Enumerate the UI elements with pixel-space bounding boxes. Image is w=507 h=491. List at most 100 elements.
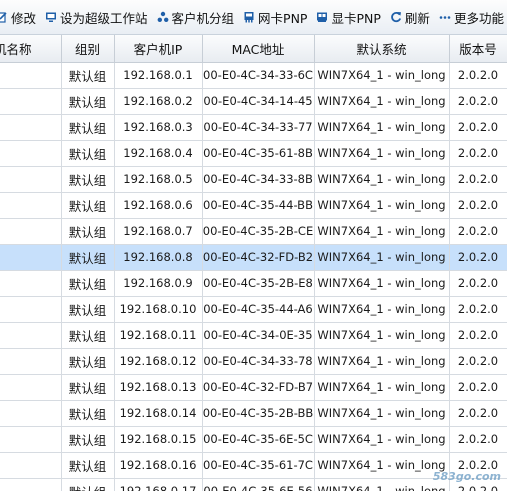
group-cell: 默认组: [61, 140, 115, 167]
system-cell: WIN7X64_1 - win_long: [314, 62, 450, 89]
system-cell: WIN7X64_1 - win_long: [314, 88, 450, 115]
table-row[interactable]: 默认组 192.168.0.7 00-E0-4C-35-2B-CE WIN7X64_1…: [0, 218, 507, 245]
ip-cell: 192.168.0.1: [114, 62, 203, 89]
toolbar: 修改 设为超级工作站 客户机分组 网卡PNP 显卡PNP 刷新 更多功能: [0, 0, 507, 35]
set-super-workstation-label: 设为超级工作站: [60, 10, 148, 26]
mac-cell: 00-E0-4C-34-14-45: [202, 88, 315, 115]
table-row[interactable]: 默认组 192.168.0.2 00-E0-4C-34-14-45 WIN7X64_1…: [0, 88, 507, 115]
network-card-icon: [244, 12, 254, 23]
client-manager-window: 修改 设为超级工作站 客户机分组 网卡PNP 显卡PNP 刷新 更多功能 机名称…: [0, 0, 507, 491]
table-row[interactable]: 默认组192.168.0.1700-E0-4C-35-6E-56WIN7X64_…: [0, 478, 507, 491]
group-cell: 默认组: [61, 192, 115, 219]
refresh-button[interactable]: 刷新: [390, 8, 430, 27]
column-header-group[interactable]: 组别: [61, 35, 115, 63]
version-cell: 2.0.2.0: [449, 166, 507, 193]
version-cell: 2.0.2.0: [449, 140, 507, 167]
name-cell: [0, 114, 62, 141]
name-cell: [0, 478, 62, 491]
table-row[interactable]: 默认组 192.168.0.8 00-E0-4C-32-FD-B2 WIN7X64_1…: [0, 244, 507, 271]
system-cell: WIN7X64_1 - win_long: [314, 270, 450, 297]
more-dots-icon: [439, 16, 451, 19]
mac-cell: 00-E0-4C-34-33-6C: [202, 62, 315, 89]
group-cell: 默认组: [61, 348, 115, 375]
version-cell: 2.0.2.0: [449, 62, 507, 89]
group-cell: 默认组: [61, 114, 115, 141]
column-header-default-system[interactable]: 默认系统: [314, 35, 450, 63]
table-row[interactable]: 默认组 192.168.0.14 00-E0-4C-35-2B-BB WIN7X64_…: [0, 400, 507, 427]
gpu-pnp-button[interactable]: 显卡PNP: [316, 8, 381, 27]
ip-cell: 192.168.0.8: [114, 244, 203, 271]
name-cell: [0, 452, 62, 479]
table-row[interactable]: 默认组 192.168.0.10 00-E0-4C-35-44-A6 WIN7X64_…: [0, 296, 507, 323]
column-header-mac-address[interactable]: MAC地址: [202, 35, 315, 63]
mac-cell: 00-E0-4C-34-0E-35: [202, 322, 315, 349]
system-cell: WIN7X64_1 - win_long: [314, 478, 450, 491]
group-cell: 默认组: [61, 62, 115, 89]
more-functions-label: 更多功能: [453, 10, 504, 26]
ip-cell: 192.168.0.10: [114, 296, 203, 323]
name-cell: [0, 192, 62, 219]
mac-cell: 00-E0-4C-35-44-A6: [202, 296, 315, 323]
mac-cell: 00-E0-4C-34-33-8B: [202, 166, 315, 193]
column-header-version[interactable]: 版本号: [449, 35, 507, 63]
table-row[interactable]: 默认组 192.168.0.5 00-E0-4C-34-33-8B WIN7X64_1…: [0, 166, 507, 193]
edit-button[interactable]: 修改: [0, 8, 36, 27]
table-row[interactable]: 默认组 192.168.0.11 00-E0-4C-34-0E-35 WIN7X64_…: [0, 322, 507, 349]
nic-pnp-button[interactable]: 网卡PNP: [243, 8, 307, 27]
table-row[interactable]: 默认组 192.168.0.13 00-E0-4C-32-FD-B7 WIN7X64_…: [0, 374, 507, 401]
system-cell: WIN7X64_1 - win_long: [314, 114, 450, 141]
ip-cell: 192.168.0.3: [114, 114, 203, 141]
system-cell: WIN7X64_1 - win_long: [314, 348, 450, 375]
system-cell: WIN7X64_1 - win_long: [314, 296, 450, 323]
ip-cell: 192.168.0.15: [114, 426, 203, 453]
ip-cell: 192.168.0.14: [114, 400, 203, 427]
gpu-pnp-label: 显卡PNP: [331, 10, 381, 26]
name-cell: [0, 400, 62, 427]
edit-icon: [0, 12, 7, 23]
table-row[interactable]: 默认组 192.168.0.15 00-E0-4C-35-6E-5C WIN7X64_…: [0, 426, 507, 453]
table-row[interactable]: 默认组 192.168.0.6 00-E0-4C-35-44-BB WIN7X64_1…: [0, 192, 507, 219]
edit-label: 修改: [11, 10, 37, 26]
system-cell: WIN7X64_1 - win_long: [314, 192, 450, 219]
column-header-name[interactable]: 机名称: [0, 35, 62, 63]
system-cell: WIN7X64_1 - win_long: [314, 166, 450, 193]
name-cell: [0, 322, 62, 349]
ip-cell: 192.168.0.13: [114, 374, 203, 401]
version-cell: 2.0.2.0: [449, 374, 507, 401]
refresh-icon: [391, 12, 401, 23]
ip-cell: 192.168.0.5: [114, 166, 203, 193]
mac-cell: 00-E0-4C-35-44-BB: [202, 192, 315, 219]
mac-cell: 00-E0-4C-35-2B-BB: [202, 400, 315, 427]
mac-cell: 00-E0-4C-34-33-77: [202, 114, 315, 141]
table-row[interactable]: 默认组 192.168.0.4 00-E0-4C-35-61-8B WIN7X64_1…: [0, 140, 507, 167]
mac-cell: 00-E0-4C-35-61-8B: [202, 140, 315, 167]
version-cell: 2.0.2.0: [449, 452, 507, 479]
ip-cell: 192.168.0.16: [114, 452, 203, 479]
name-cell: [0, 270, 62, 297]
mac-cell: 00-E0-4C-32-FD-B7: [202, 374, 315, 401]
system-cell: WIN7X64_1 - win_long: [314, 374, 450, 401]
version-cell: 2.0.2.0: [449, 114, 507, 141]
version-cell: 2.0.2.0: [449, 270, 507, 297]
set-super-workstation-button[interactable]: 设为超级工作站: [45, 8, 148, 27]
table-row[interactable]: 默认组 192.168.0.1 00-E0-4C-34-33-6C WIN7X64_1…: [0, 62, 507, 89]
table-header-row: 机名称 组别 客户机IP MAC地址 默认系统 版本号: [0, 35, 507, 63]
version-cell: 2.0.2.0: [449, 400, 507, 427]
client-group-button[interactable]: 客户机分组: [157, 8, 234, 27]
name-cell: [0, 296, 62, 323]
system-cell: WIN7X64_1 - win_long: [314, 426, 450, 453]
version-cell: 2.0.2.0: [449, 296, 507, 323]
mac-cell: 00-E0-4C-32-FD-B2: [202, 244, 315, 271]
group-icon: [157, 11, 168, 22]
ip-cell: 192.168.0.4: [114, 140, 203, 167]
version-cell: 2.0.2.0: [449, 244, 507, 271]
table-row[interactable]: 默认组 192.168.0.12 00-E0-4C-34-33-78 WIN7X64_…: [0, 348, 507, 375]
group-cell: 默认组: [61, 478, 115, 491]
table-row[interactable]: 默认组 192.168.0.9 00-E0-4C-35-2B-E8 WIN7X64_1…: [0, 270, 507, 297]
version-cell: 2.0.2.0: [449, 192, 507, 219]
table-row[interactable]: 默认组 192.168.0.16 00-E0-4C-35-61-7C WIN7X64_…: [0, 452, 507, 479]
group-cell: 默认组: [61, 296, 115, 323]
column-header-client-ip[interactable]: 客户机IP: [114, 35, 203, 63]
table-row[interactable]: 默认组 192.168.0.3 00-E0-4C-34-33-77 WIN7X64_1…: [0, 114, 507, 141]
more-functions-button[interactable]: 更多功能: [439, 8, 507, 27]
